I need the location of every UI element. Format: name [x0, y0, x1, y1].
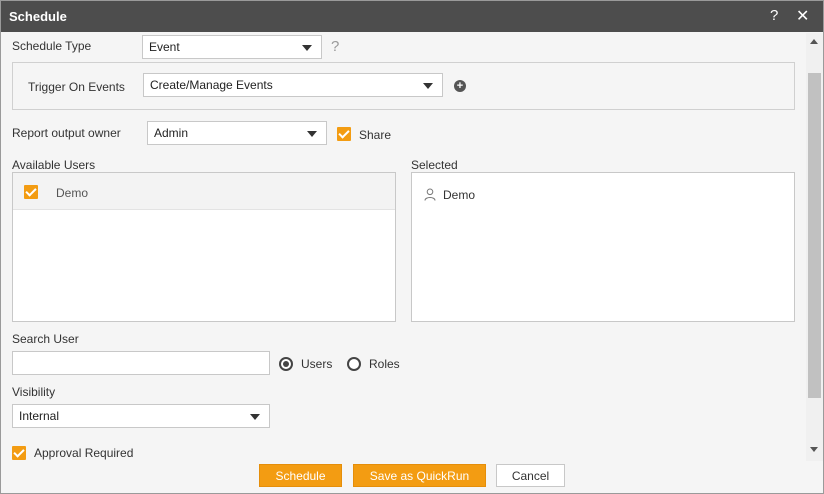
scroll-thumb[interactable] [808, 73, 821, 398]
users-radio[interactable] [279, 357, 293, 371]
report-owner-select[interactable]: Admin [147, 121, 327, 145]
users-radio-label: Users [301, 357, 333, 371]
schedule-type-value: Event [149, 40, 180, 54]
list-item[interactable]: Demo [13, 173, 395, 210]
selected-users-label: Selected [411, 158, 458, 172]
save-as-quickrun-button[interactable]: Save as QuickRun [353, 464, 486, 487]
roles-radio[interactable] [347, 357, 361, 371]
trigger-events-select[interactable]: Create/Manage Events [143, 73, 443, 97]
share-checkbox[interactable] [337, 127, 351, 141]
report-owner-label: Report output owner [12, 126, 121, 140]
vertical-scrollbar[interactable] [806, 33, 823, 461]
schedule-dialog: Schedule ? ✕ Schedule Type Event ? Trigg… [0, 0, 824, 494]
dialog-title: Schedule [9, 9, 67, 24]
selected-users-list[interactable]: Demo [411, 172, 795, 322]
scroll-up-icon[interactable] [810, 39, 818, 44]
close-icon[interactable]: ✕ [796, 6, 809, 26]
search-user-label: Search User [12, 332, 79, 346]
available-users-label: Available Users [12, 158, 96, 172]
schedule-type-select[interactable]: Event [142, 35, 322, 59]
visibility-label: Visibility [12, 385, 56, 399]
trigger-events-label: Trigger On Events [28, 80, 125, 94]
dialog-titlebar[interactable]: Schedule ? ✕ [1, 1, 823, 32]
user-name: Demo [56, 186, 89, 200]
visibility-select[interactable]: Internal [12, 404, 270, 428]
question-mark-icon[interactable]: ? [331, 38, 339, 55]
share-label: Share [359, 128, 392, 142]
approval-checkbox[interactable] [12, 446, 26, 460]
user-icon [424, 188, 436, 201]
chevron-down-icon [423, 83, 433, 89]
help-icon[interactable]: ? [770, 7, 778, 24]
chevron-down-icon [307, 131, 317, 137]
schedule-button[interactable]: Schedule [259, 464, 342, 487]
report-owner-value: Admin [154, 126, 189, 140]
schedule-type-label: Schedule Type [12, 39, 92, 53]
user-checkbox[interactable] [24, 185, 38, 199]
roles-radio-label: Roles [369, 357, 400, 371]
scroll-down-icon[interactable] [810, 447, 818, 452]
selected-user-name: Demo [443, 188, 476, 202]
add-event-icon[interactable]: + [454, 80, 466, 92]
approval-label: Approval Required [34, 446, 134, 460]
search-user-input[interactable] [12, 351, 270, 375]
cancel-button[interactable]: Cancel [496, 464, 565, 487]
visibility-value: Internal [19, 409, 60, 423]
chevron-down-icon [250, 414, 260, 420]
chevron-down-icon [302, 45, 312, 51]
available-users-list[interactable]: Demo [12, 172, 396, 322]
trigger-events-value: Create/Manage Events [150, 78, 273, 92]
